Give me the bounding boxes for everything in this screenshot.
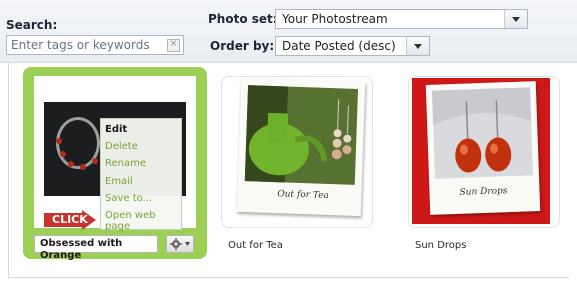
clear-icon[interactable]: × [167, 39, 180, 52]
order-by-select[interactable]: Date Posted (desc) [275, 36, 430, 56]
search-label: Search: [6, 18, 58, 32]
photo-title-sun-drops: Sun Drops [415, 240, 467, 251]
bead [60, 151, 66, 157]
bead [92, 158, 98, 164]
bead [56, 138, 62, 144]
actions-dropdown-button[interactable] [166, 235, 194, 253]
menu-item-rename[interactable]: Rename [105, 158, 146, 169]
menu-item-open-web-page[interactable]: Open web page [105, 210, 181, 232]
photo-title-out-for-tea: Out for Tea [228, 240, 283, 251]
filter-toolbar: Search: Enter tags or keywords × Photo s… [0, 0, 577, 63]
order-by-label: Order by: [210, 39, 275, 53]
bead [68, 161, 74, 167]
menu-item-edit[interactable]: Edit [105, 124, 127, 135]
polaroid-caption: Out for Tea [277, 189, 330, 201]
click-callout-text: CLICK [52, 213, 88, 226]
order-by-value: Date Posted (desc) [282, 39, 396, 53]
polaroid-caption: Sun Drops [459, 186, 508, 198]
chevron-down-icon[interactable] [504, 10, 527, 28]
photo-set-select[interactable]: Your Photostream [275, 9, 528, 29]
photo-actions-menu: Edit Delete Rename Email Save to... Open… [100, 118, 182, 232]
menu-item-save-to[interactable]: Save to... [105, 193, 152, 204]
menu-item-email[interactable]: Email [105, 176, 133, 187]
photo-title-field[interactable]: Obsessed with Orange [34, 235, 158, 261]
search-input[interactable]: Enter tags or keywords × [6, 35, 184, 55]
polaroid-out-for-tea: Out for Tea [236, 77, 366, 217]
menu-item-delete[interactable]: Delete [105, 141, 138, 152]
search-placeholder: Enter tags or keywords [11, 38, 150, 52]
bead [80, 164, 86, 170]
polaroid-sun-drops: Sun Drops [425, 81, 541, 215]
photo-set-label: Photo set: [208, 12, 278, 26]
photo-set-value: Your Photostream [282, 12, 388, 26]
chevron-down-icon[interactable] [406, 37, 429, 55]
gear-icon [170, 238, 190, 250]
